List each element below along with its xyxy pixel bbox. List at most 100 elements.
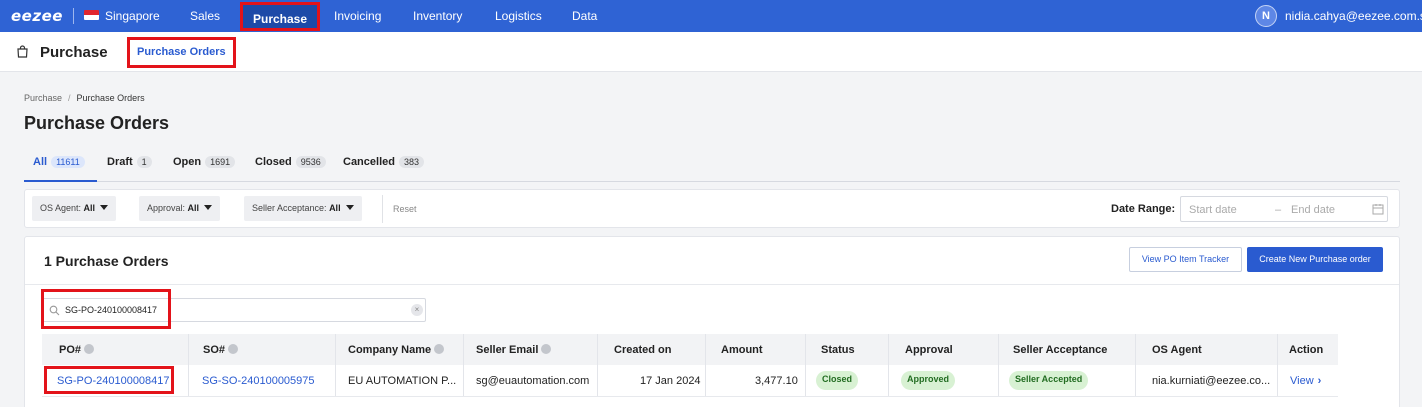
end-date-input[interactable]: End date (1291, 204, 1335, 216)
table-row[interactable]: SG-PO-240100008417 SG-SO-240100005975 EU… (42, 365, 1338, 397)
created-on: 17 Jan 2024 (640, 375, 701, 387)
os-agent: nia.kurniati@eezee.co... (1152, 375, 1271, 387)
po-number-link[interactable]: SG-PO-240100008417 (57, 375, 170, 387)
tab-all[interactable]: All 11611 (33, 156, 85, 168)
col-so[interactable]: SO# (203, 344, 239, 356)
view-label: View (1290, 375, 1314, 387)
purchase-bag-icon (17, 45, 28, 58)
create-purchase-order-button[interactable]: Create New Purchase order (1247, 247, 1383, 272)
table-header: PO# SO# Company Name Seller Email Create… (42, 334, 1338, 365)
count-badge: 383 (398, 156, 424, 168)
search-column-icon[interactable] (541, 344, 552, 354)
user-email[interactable]: nidia.cahya@eezee.com.sg (1285, 9, 1422, 23)
caret-down-icon (204, 205, 213, 210)
results-count-title: 1 Purchase Orders (44, 253, 169, 269)
breadcrumb: Purchase / Purchase Orders (24, 93, 145, 103)
status-tabs: All 11611 Draft 1 Open 1691 Closed 9536 Canc… (24, 155, 1400, 182)
breadcrumb-separator: / (68, 93, 71, 103)
filter-value: All (83, 203, 96, 213)
tab-open[interactable]: Open 1691 (173, 156, 236, 168)
nav-logistics[interactable]: Logistics (495, 9, 542, 23)
seller-acceptance-badge: Seller Accepted (1009, 371, 1089, 390)
results-card: 1 Purchase Orders View PO Item Tracker C… (24, 236, 1400, 407)
os-agent-filter[interactable]: OS Agent: All (32, 196, 117, 221)
status-badge: Closed (816, 371, 859, 390)
seller-email: sg@euautomation.com (476, 375, 590, 387)
count-badge: 1 (136, 156, 152, 168)
module-header: Purchase Purchase Orders (0, 32, 1422, 72)
so-number-link[interactable]: SG-SO-240100005975 (202, 375, 315, 387)
tab-cancelled[interactable]: Cancelled 383 (343, 156, 424, 168)
top-navbar: eezee Singapore Sales Purchase Invoicing… (0, 0, 1422, 32)
count-badge: 11611 (51, 156, 85, 168)
approval-filter[interactable]: Approval: All (139, 196, 221, 221)
col-os-agent[interactable]: OS Agent (1152, 344, 1202, 356)
header-label: PO# (59, 344, 82, 356)
count-badge: 9536 (295, 156, 326, 168)
tab-label: All (33, 156, 48, 168)
col-amount[interactable]: Amount (721, 344, 763, 356)
avatar[interactable]: N (1255, 5, 1277, 27)
page-title: Purchase Orders (24, 113, 170, 133)
header-label: Seller Email (476, 344, 539, 356)
header-label: SO# (203, 344, 226, 356)
breadcrumb-current: Purchase Orders (76, 93, 145, 103)
tab-label: Draft (107, 156, 133, 168)
clear-search-icon[interactable]: × (411, 304, 423, 316)
module-title: Purchase (40, 44, 108, 61)
country-selector[interactable]: Singapore (105, 9, 160, 23)
date-separator: – (1275, 204, 1282, 216)
tab-draft[interactable]: Draft 1 (107, 156, 152, 168)
seller-acceptance-filter[interactable]: Seller Acceptance: All (244, 196, 362, 221)
col-created-on[interactable]: Created on (614, 344, 671, 356)
nav-invoicing[interactable]: Invoicing (334, 9, 381, 23)
col-seller-email[interactable]: Seller Email (476, 344, 552, 356)
filter-bar: OS Agent: All Approval: All Seller Accep… (24, 189, 1400, 228)
approval-badge: Approved (901, 371, 956, 390)
col-seller-acceptance[interactable]: Seller Acceptance (1013, 344, 1107, 356)
tab-purchase-orders[interactable]: Purchase Orders (127, 37, 236, 68)
filter-label: Approval: (147, 203, 186, 213)
nav-data[interactable]: Data (572, 9, 597, 23)
chevron-right-icon: › (1317, 375, 1322, 387)
nav-inventory[interactable]: Inventory (413, 9, 462, 23)
search-column-icon[interactable] (434, 344, 445, 354)
col-po[interactable]: PO# (59, 344, 95, 356)
eezee-logo[interactable]: eezee (11, 8, 63, 24)
filter-value: All (187, 203, 200, 213)
filter-value: All (329, 203, 341, 213)
view-link[interactable]: View › (1290, 375, 1321, 387)
company-name: EU AUTOMATION P... (348, 375, 457, 387)
search-column-icon[interactable] (228, 344, 239, 354)
breadcrumb-root[interactable]: Purchase (24, 93, 62, 103)
calendar-icon[interactable] (1372, 203, 1384, 215)
filter-divider (382, 195, 383, 223)
tab-label: Open (173, 156, 202, 168)
tab-closed[interactable]: Closed 9536 (255, 156, 326, 168)
caret-down-icon (100, 205, 109, 210)
header-label: Company Name (348, 344, 432, 356)
view-po-item-tracker-button[interactable]: View PO Item Tracker (1129, 247, 1242, 272)
search-column-icon[interactable] (84, 344, 95, 354)
date-range-label: Date Range: (1111, 203, 1176, 215)
caret-down-icon (345, 205, 354, 210)
card-divider (25, 284, 1399, 285)
filter-label: OS Agent: (40, 203, 82, 213)
active-tab-indicator (24, 180, 97, 182)
filter-label: Seller Acceptance: (252, 203, 327, 213)
col-action: Action (1289, 344, 1324, 356)
col-status[interactable]: Status (821, 344, 855, 356)
col-company[interactable]: Company Name (348, 344, 445, 356)
tab-label: Closed (255, 156, 292, 168)
start-date-input[interactable]: Start date (1189, 204, 1237, 216)
reset-button[interactable]: Reset (393, 204, 417, 214)
nav-sales[interactable]: Sales (190, 9, 220, 23)
date-range-picker[interactable]: Start date – End date (1180, 196, 1388, 222)
nav-purchase[interactable]: Purchase (240, 2, 321, 31)
logo-divider (73, 8, 74, 24)
col-approval[interactable]: Approval (905, 344, 953, 356)
amount: 3,477.10 (755, 375, 798, 387)
count-badge: 1691 (205, 156, 236, 168)
search-highlight-box (41, 289, 171, 329)
singapore-flag-icon (84, 10, 99, 20)
